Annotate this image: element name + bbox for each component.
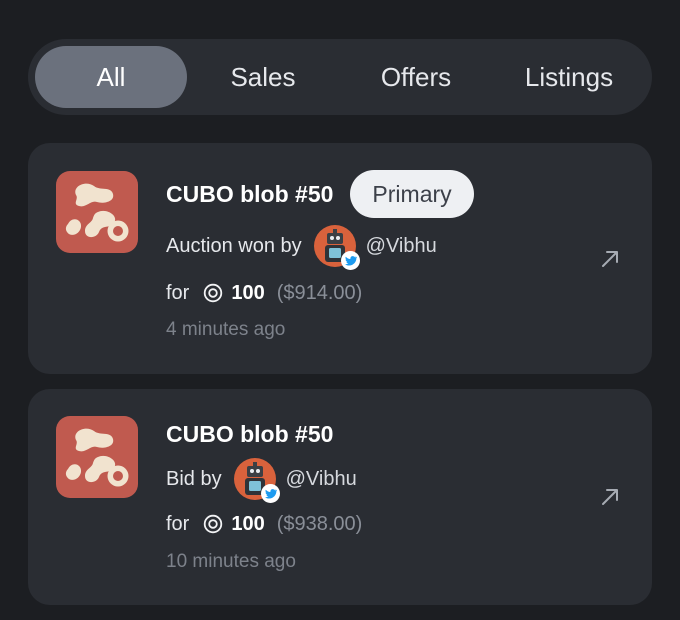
- price-amount: 100: [231, 281, 265, 304]
- tab-all[interactable]: All: [35, 46, 187, 108]
- nft-title[interactable]: CUBO blob #50: [166, 421, 333, 448]
- action-text: Auction won by: [166, 234, 302, 257]
- user-handle[interactable]: @Vibhu: [286, 468, 357, 491]
- price-amount: 100: [231, 512, 265, 535]
- nft-thumbnail[interactable]: [56, 171, 138, 253]
- tab-sales[interactable]: Sales: [187, 46, 339, 108]
- for-label: for: [166, 512, 190, 535]
- action-row: Bid by @Vibhu: [166, 457, 357, 503]
- timestamp: 4 minutes ago: [166, 319, 286, 340]
- action-row: Auction won by @Vibhu: [166, 224, 437, 270]
- price-row: for 100 ($914.00): [166, 279, 362, 307]
- timestamp: 10 minutes ago: [166, 551, 296, 572]
- action-text: Bid by: [166, 467, 222, 490]
- currency-icon: [203, 283, 223, 303]
- filter-tabs: All Sales Offers Listings: [28, 39, 652, 115]
- currency-icon: [203, 514, 223, 534]
- primary-badge: Primary: [350, 170, 474, 218]
- fiat-price: ($938.00): [276, 512, 363, 535]
- for-label: for: [166, 281, 190, 304]
- activity-card[interactable]: CUBO blob #50 Bid by @Vibhu for 100 ($93…: [28, 389, 652, 605]
- activity-card[interactable]: CUBO blob #50 Primary Auction won by @Vi…: [28, 143, 652, 374]
- external-link-icon[interactable]: [598, 247, 622, 271]
- blob-art-icon: [65, 183, 129, 242]
- tab-offers[interactable]: Offers: [340, 46, 492, 108]
- user-avatar[interactable]: [313, 225, 360, 270]
- user-avatar[interactable]: [233, 458, 280, 503]
- tab-listings[interactable]: Listings: [493, 46, 645, 108]
- twitter-icon: [260, 484, 280, 503]
- user-handle[interactable]: @Vibhu: [366, 235, 437, 258]
- title-row: CUBO blob #50: [166, 417, 333, 451]
- nft-title[interactable]: CUBO blob #50: [166, 181, 333, 208]
- twitter-icon: [340, 251, 360, 270]
- fiat-price: ($914.00): [276, 281, 363, 304]
- external-link-icon[interactable]: [598, 485, 622, 509]
- blob-art-icon: [65, 428, 129, 487]
- price-row: for 100 ($938.00): [166, 510, 362, 538]
- title-row: CUBO blob #50 Primary: [166, 170, 474, 218]
- nft-thumbnail[interactable]: [56, 416, 138, 498]
